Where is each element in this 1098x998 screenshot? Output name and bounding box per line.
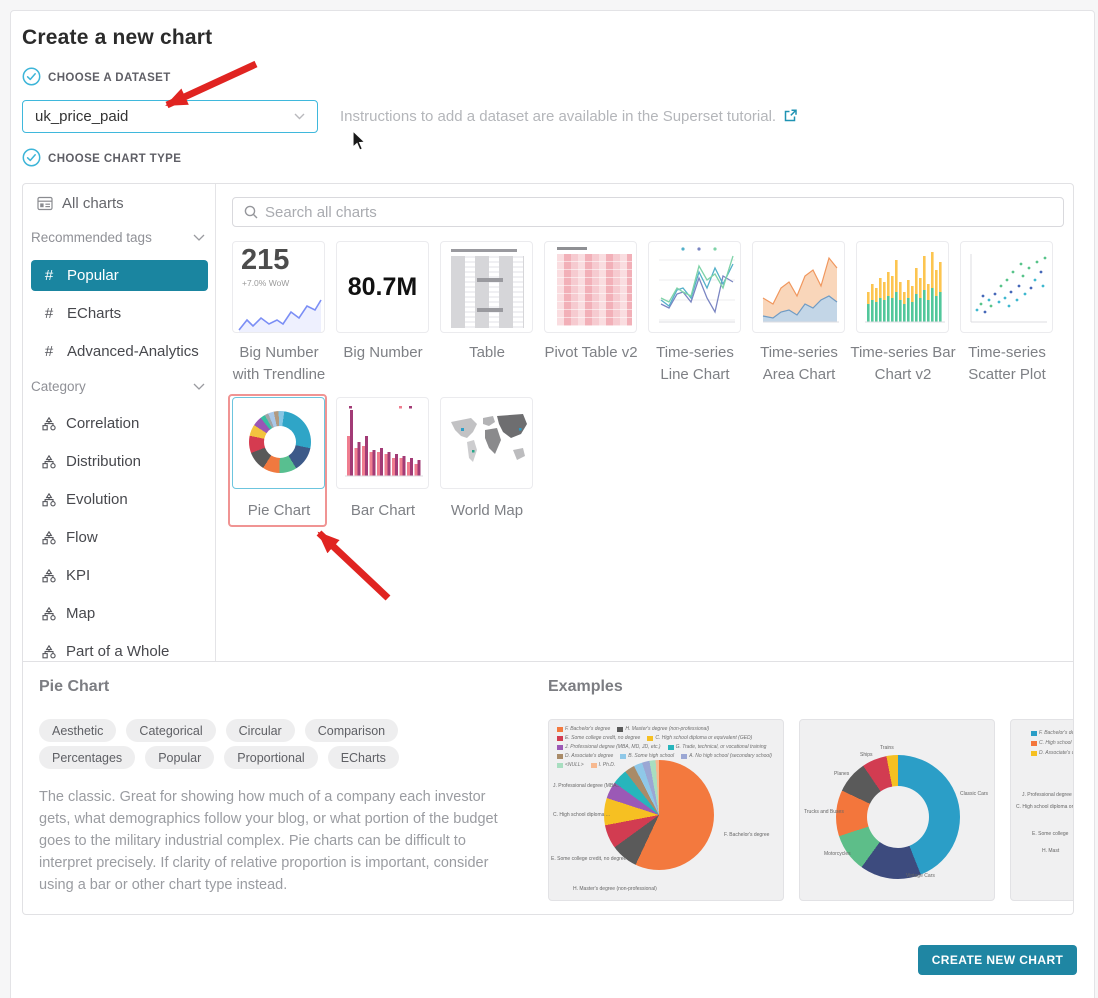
schema-icon [42,417,56,431]
chevron-down-icon [294,113,305,120]
choose-chart-type-label: CHOOSE CHART TYPE [48,153,181,165]
tag-pill: ECharts [328,746,399,769]
tag-pill: Aesthetic [39,719,116,742]
example-pie-chart: F. Bachelor's degree H. Master's degree … [548,719,784,901]
sidebar-item-evolution[interactable]: Evolution [31,484,208,515]
card-ts-bar-chart-v2[interactable] [856,241,949,333]
bar-chart-thumbnail [337,398,429,489]
card-bar-chart[interactable] [336,397,429,489]
chart-type-sidebar: All charts Recommended tags # Popular # … [23,184,216,662]
card-label[interactable]: Time-series Bar Chart v2 [850,342,956,386]
example-donut [836,755,960,879]
sidebar-item-all-charts[interactable]: All charts [37,195,124,212]
card-pivot-table-v2[interactable] [544,241,637,333]
chevron-down-icon[interactable] [193,383,205,391]
sidebar-item-popular[interactable]: # Popular [31,260,208,291]
card-label[interactable]: Pivot Table v2 [538,342,644,364]
card-label[interactable]: Big Number with Trendline [226,342,332,386]
card-ts-scatter-plot[interactable] [960,241,1053,333]
tag-pill: Proportional [224,746,317,769]
tag-pill: Percentages [39,746,135,769]
scatter-plot-thumbnail [961,242,1053,333]
example-clipped-legend: F. Bachelor's degree C. High school dipl… [1031,730,1073,756]
card-big-number[interactable]: 80.7M [336,241,429,333]
sidebar-item-advanced-analytics[interactable]: # Advanced-Analytics [31,336,208,367]
card-label[interactable]: Bar Chart [330,500,436,522]
world-map-thumbnail [441,398,533,489]
pivot-thumbnail [557,254,632,326]
hash-icon: # [41,343,57,360]
example-donut-chart: Trains Ships Planes Trucks and Buses Mot… [799,719,995,901]
check-circle-icon [22,67,41,86]
page-title: Create a new chart [22,26,212,50]
search-placeholder: Search all charts [265,204,377,221]
recommended-tags-header: Recommended tags [31,230,152,245]
line-chart-thumbnail [649,242,741,333]
details-title: Pie Chart [39,678,109,696]
tag-pill: Comparison [305,719,398,742]
card-table[interactable] [440,241,533,333]
category-header: Category [31,379,86,394]
card-label[interactable]: World Map [434,500,540,522]
card-label[interactable]: Big Number [330,342,436,364]
sidebar-item-echarts[interactable]: # ECharts [31,298,208,329]
card-big-number-trendline[interactable]: 215 +7.0% WoW [232,241,325,333]
thumb-big-number-value: 215 [241,244,289,277]
example-pie [604,760,714,870]
chevron-down-icon[interactable] [193,234,205,242]
tag-pill: Popular [145,746,214,769]
sidebar-item-kpi[interactable]: KPI [31,560,208,591]
thumb-big-number-delta: +7.0% WoW [242,278,289,288]
schema-icon [42,645,56,659]
check-circle-icon [22,148,41,167]
chart-type-panel: All charts Recommended tags # Popular # … [22,183,1074,915]
schema-icon [42,531,56,545]
sidebar-item-distribution[interactable]: Distribution [31,446,208,477]
card-ts-area-chart[interactable] [752,241,845,333]
card-ts-line-chart[interactable] [648,241,741,333]
area-chart-thumbnail [753,242,845,333]
search-input[interactable]: Search all charts [232,197,1064,227]
example-clipped-chart: F. Bachelor's degree C. High school dipl… [1010,719,1073,901]
dataset-select-value: uk_price_paid [23,108,294,125]
hash-icon: # [41,267,57,284]
trendline-sparkline [233,290,325,333]
dataset-instructions: Instructions to add a dataset are availa… [340,108,798,125]
card-world-map[interactable] [440,397,533,489]
dataset-select[interactable]: uk_price_paid [22,100,318,133]
all-charts-label: All charts [62,195,124,212]
examples-title: Examples [548,678,623,696]
pie-thumbnail [249,411,311,473]
schema-icon [42,455,56,469]
card-label[interactable]: Time-series Line Chart [642,342,748,386]
hash-icon: # [41,305,57,322]
card-label[interactable]: Table [434,342,540,364]
sidebar-item-flow[interactable]: Flow [31,522,208,553]
chart-type-selector: All charts Recommended tags # Popular # … [23,184,1073,662]
sidebar-item-correlation[interactable]: Correlation [31,408,208,439]
create-new-chart-button[interactable]: CREATE NEW CHART [918,945,1077,975]
external-link-icon[interactable] [784,109,798,122]
card-label[interactable]: Time-series Area Chart [746,342,852,386]
sidebar-item-part-of-a-whole[interactable]: Part of a Whole [31,636,208,662]
create-chart-page: Create a new chart CHOOSE A DATASET uk_p… [0,0,1098,998]
thumb-big-number2-value: 80.7M [348,273,417,302]
card-label[interactable]: Time-series Scatter Plot [954,342,1060,386]
search-icon [244,205,258,219]
gallery-icon [37,196,53,211]
sidebar-item-map[interactable]: Map [31,598,208,629]
schema-icon [42,493,56,507]
details-description: The classic. Great for showing how much … [39,786,511,896]
table-thumbnail [451,256,524,328]
schema-icon [42,569,56,583]
chart-details-panel: Pie Chart Aesthetic Categorical Circular… [23,662,1073,915]
card-pie-chart[interactable] [232,397,325,489]
tag-pill: Circular [226,719,295,742]
choose-dataset-label: CHOOSE A DATASET [48,72,171,84]
card-label-pie-chart[interactable]: Pie Chart [226,500,332,522]
bar-chart-v2-thumbnail [857,242,949,333]
tag-pill: Categorical [126,719,215,742]
schema-icon [42,607,56,621]
